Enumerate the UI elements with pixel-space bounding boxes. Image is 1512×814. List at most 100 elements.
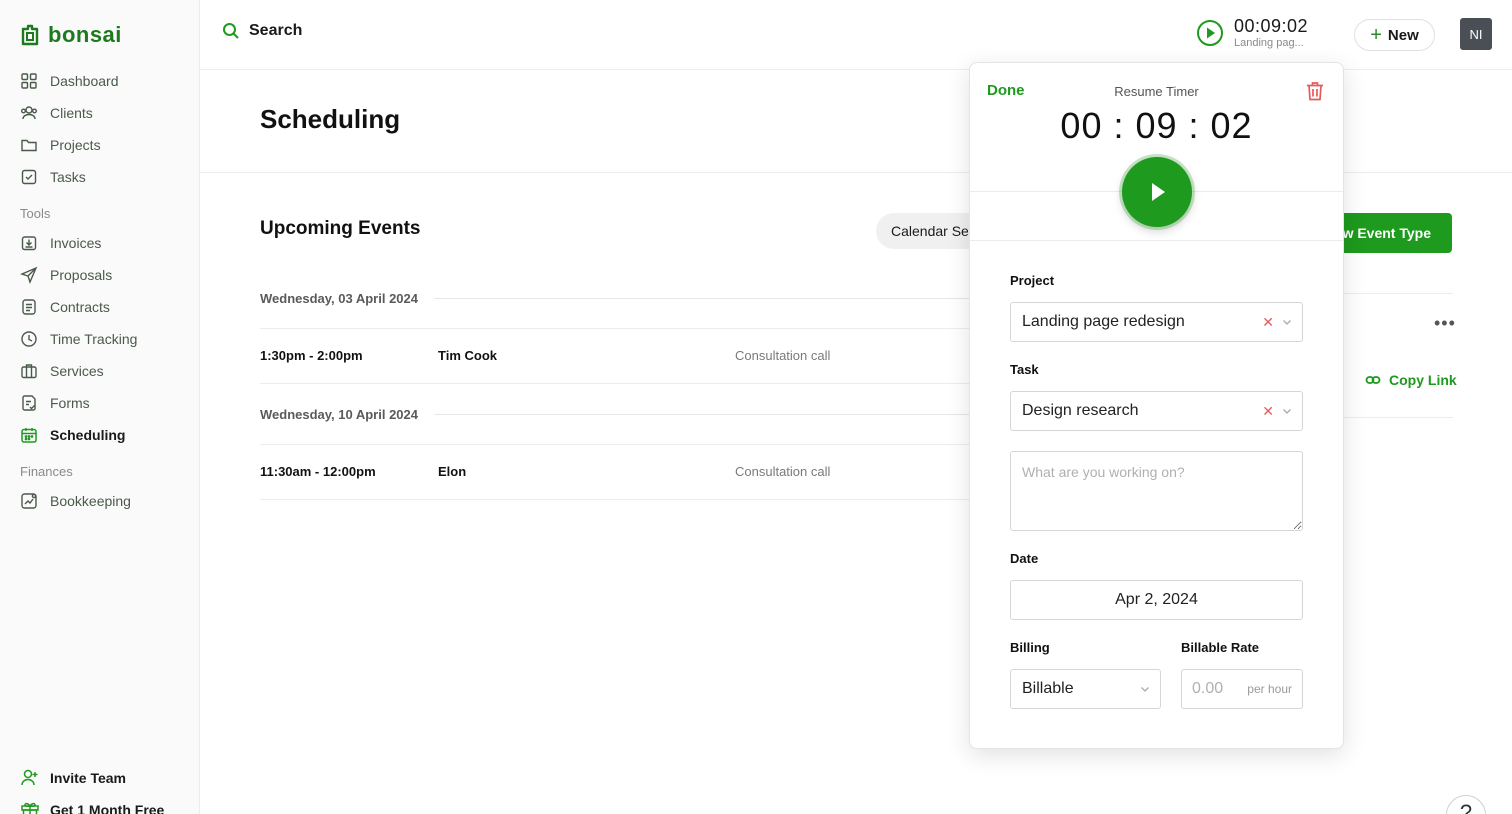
resume-timer-label: Resume Timer <box>1114 84 1199 99</box>
timer-popover: Resume Timer Done 00 : 09 : 02 Project L… <box>969 62 1344 749</box>
sidebar-item-label: Tasks <box>50 169 86 185</box>
event-type: Consultation call <box>735 464 831 479</box>
briefcase-icon <box>21 364 37 379</box>
rate-unit: per hour <box>1247 682 1292 696</box>
check-square-icon <box>21 169 37 185</box>
event-attendee: Tim Cook <box>438 348 497 363</box>
done-button[interactable]: Done <box>987 82 1025 99</box>
invite-team-button[interactable]: Invite Team <box>20 768 126 788</box>
date-field[interactable]: Apr 2, 2024 <box>1010 580 1303 620</box>
grid-icon <box>21 73 37 89</box>
sidebar-item-clients[interactable]: Clients <box>20 97 190 129</box>
search-icon <box>223 23 239 39</box>
clear-icon[interactable]: ✕ <box>1262 403 1274 420</box>
sidebar-item-label: Services <box>50 363 104 379</box>
sidebar-item-tasks[interactable]: Tasks <box>20 161 190 193</box>
sidebar-item-label: Time Tracking <box>50 331 138 347</box>
event-time: 11:30am - 12:00pm <box>260 464 376 479</box>
upcoming-events-heading: Upcoming Events <box>260 218 421 239</box>
billable-rate-input[interactable] <box>1192 680 1242 698</box>
timer-display: 00 : 09 : 02 <box>1060 105 1253 146</box>
billing-select[interactable]: Billable <box>1010 669 1161 709</box>
timer-task: Landing pag... <box>1234 37 1304 49</box>
event-row[interactable]: 11:30am - 12:00pm Elon Consultation call <box>260 464 980 484</box>
billing-value: Billable <box>1022 680 1074 697</box>
divider <box>1343 417 1453 418</box>
chart-icon <box>21 493 37 509</box>
date-group-header: Wednesday, 03 April 2024 <box>260 291 980 306</box>
sidebar-item-dashboard[interactable]: Dashboard <box>20 65 190 97</box>
divider <box>260 499 980 500</box>
date-group-header: Wednesday, 10 April 2024 <box>260 407 980 422</box>
divider <box>434 414 980 415</box>
chevron-down-icon <box>1283 320 1291 325</box>
sidebar-item-proposals[interactable]: Proposals <box>20 259 190 291</box>
sidebar-item-forms[interactable]: Forms <box>20 387 190 419</box>
bonsai-logo-icon <box>21 24 39 46</box>
sidebar-item-scheduling[interactable]: Scheduling <box>20 419 190 451</box>
new-button[interactable]: + New <box>1354 19 1435 51</box>
logo-text: bonsai <box>48 22 122 47</box>
sidebar-item-services[interactable]: Services <box>20 355 190 387</box>
promo-label: Get 1 Month Free <box>50 802 165 814</box>
divider <box>260 328 980 329</box>
divider <box>434 298 980 299</box>
form-icon <box>22 395 36 411</box>
sidebar-item-time-tracking[interactable]: Time Tracking <box>20 323 190 355</box>
project-label: Project <box>1010 273 1055 288</box>
event-row[interactable]: 1:30pm - 2:00pm Tim Cook Consultation ca… <box>260 348 980 368</box>
event-attendee: Elon <box>438 464 467 479</box>
clock-icon <box>21 331 37 347</box>
sidebar-item-bookkeeping[interactable]: Bookkeeping <box>20 485 190 517</box>
promo-button[interactable]: Get 1 Month Free <box>20 800 164 814</box>
page-title: Scheduling <box>260 104 401 134</box>
divider <box>260 444 980 445</box>
clear-icon[interactable]: ✕ <box>1262 314 1274 331</box>
play-circle-icon[interactable] <box>1196 19 1224 47</box>
users-icon <box>21 106 37 120</box>
sidebar-item-contracts[interactable]: Contracts <box>20 291 190 323</box>
finances-heading: Finances <box>20 464 73 479</box>
topbar: Search 00:09:02 Landing pag... + New NI <box>200 0 1512 70</box>
document-icon <box>22 299 36 315</box>
plus-icon: + <box>1370 24 1382 46</box>
timer-widget[interactable]: 00:09:02 Landing pag... <box>1196 16 1308 50</box>
resume-play-button[interactable] <box>1122 157 1192 227</box>
billable-rate-label: Billable Rate <box>1181 640 1260 655</box>
copy-link-button[interactable]: Copy Link <box>1365 372 1457 388</box>
billable-rate-field: per hour <box>1181 669 1303 709</box>
gift-icon <box>21 802 39 814</box>
avatar[interactable]: NI <box>1460 18 1492 50</box>
invite-team-label: Invite Team <box>50 770 126 786</box>
task-select[interactable]: Design research ✕ <box>1010 391 1303 431</box>
search-button[interactable]: Search <box>222 22 302 40</box>
chevron-down-icon <box>1141 687 1149 692</box>
search-label: Search <box>249 22 303 39</box>
event-time: 1:30pm - 2:00pm <box>260 348 363 363</box>
sidebar-item-label: Dashboard <box>50 73 119 89</box>
calendar-icon <box>21 428 37 443</box>
notes-textarea[interactable] <box>1010 451 1303 531</box>
timer-text: 00:09:02 Landing pag... <box>1234 16 1308 50</box>
logo[interactable]: bonsai <box>20 22 122 48</box>
event-type: Consultation call <box>735 348 831 363</box>
date-label: Wednesday, 03 April 2024 <box>260 291 418 306</box>
sidebar-item-invoices[interactable]: Invoices <box>20 227 190 259</box>
copy-link-label: Copy Link <box>1389 372 1457 388</box>
user-plus-icon <box>21 769 38 786</box>
divider <box>1343 293 1453 294</box>
sidebar-item-projects[interactable]: Projects <box>20 129 190 161</box>
timer-popover-header: Resume Timer Done 00 : 09 : 02 <box>970 63 1343 241</box>
sidebar-item-label: Forms <box>50 395 90 411</box>
link-icon <box>1365 376 1381 384</box>
folder-icon <box>21 139 37 152</box>
billing-label: Billing <box>1010 640 1050 655</box>
more-options-icon[interactable]: ••• <box>1434 313 1456 334</box>
sidebar-item-label: Invoices <box>50 235 102 251</box>
trash-icon[interactable] <box>1304 80 1326 102</box>
divider <box>260 383 980 384</box>
sidebar-item-label: Projects <box>50 137 101 153</box>
sidebar: bonsai Dashboard Clients Projects Tasks … <box>0 0 200 814</box>
send-icon <box>20 266 38 284</box>
project-select[interactable]: Landing page redesign ✕ <box>1010 302 1303 342</box>
